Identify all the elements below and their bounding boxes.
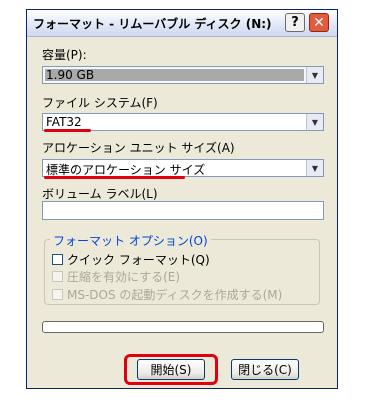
- checkbox-box[interactable]: [52, 289, 63, 300]
- volume-label-label: ボリューム ラベル(L): [42, 187, 158, 201]
- checkbox-box[interactable]: [52, 271, 63, 282]
- title-bar: フォーマット - リムーバブル ディスク (N:) ? ✕: [27, 10, 337, 37]
- annotation-underline: [44, 129, 91, 132]
- help-button[interactable]: ?: [285, 13, 305, 32]
- capacity-value: 1.90 GB: [45, 69, 304, 81]
- close-window-button[interactable]: ✕: [309, 13, 329, 32]
- msdos-startup-disk-checkbox[interactable]: MS-DOS の起動ディスクを作成する(M): [52, 286, 282, 303]
- msdos-startup-disk-label: MS-DOS の起動ディスクを作成する(M): [67, 288, 283, 302]
- chevron-down-icon[interactable]: ▼: [306, 114, 323, 130]
- checkbox-box[interactable]: [52, 254, 63, 265]
- enable-compression-checkbox[interactable]: 圧縮を有効にする(E): [52, 268, 180, 285]
- enable-compression-label: 圧縮を有効にする(E): [67, 270, 181, 284]
- close-button-label: 閉じる(C): [238, 363, 292, 377]
- quick-format-checkbox[interactable]: クイック フォーマット(Q): [52, 251, 210, 268]
- window-title: フォーマット - リムーバブル ディスク (N:): [33, 17, 272, 31]
- chevron-down-icon[interactable]: ▼: [306, 160, 323, 176]
- allocation-unit-select[interactable]: 標準のアロケーション サイズ ▼: [42, 159, 324, 177]
- help-icon: ?: [291, 15, 299, 30]
- close-icon: ✕: [313, 14, 325, 31]
- close-button[interactable]: 閉じる(C): [231, 359, 299, 380]
- file-system-value: FAT32: [46, 115, 82, 129]
- file-system-label: ファイル システム(F): [42, 96, 158, 110]
- format-options-title: フォーマット オプション(O): [50, 232, 211, 249]
- capacity-select[interactable]: 1.90 GB ▼: [42, 66, 324, 84]
- chevron-down-icon[interactable]: ▼: [306, 67, 323, 83]
- capacity-label: 容量(P):: [42, 48, 87, 62]
- start-button[interactable]: 開始(S): [137, 359, 205, 380]
- allocation-unit-label: アロケーション ユニット サイズ(A): [42, 141, 235, 155]
- format-progress-bar: [42, 321, 324, 333]
- annotation-underline: [44, 176, 185, 179]
- volume-label-input[interactable]: [42, 201, 324, 220]
- start-button-label: 開始(S): [150, 363, 192, 377]
- quick-format-label: クイック フォーマット(Q): [67, 253, 210, 267]
